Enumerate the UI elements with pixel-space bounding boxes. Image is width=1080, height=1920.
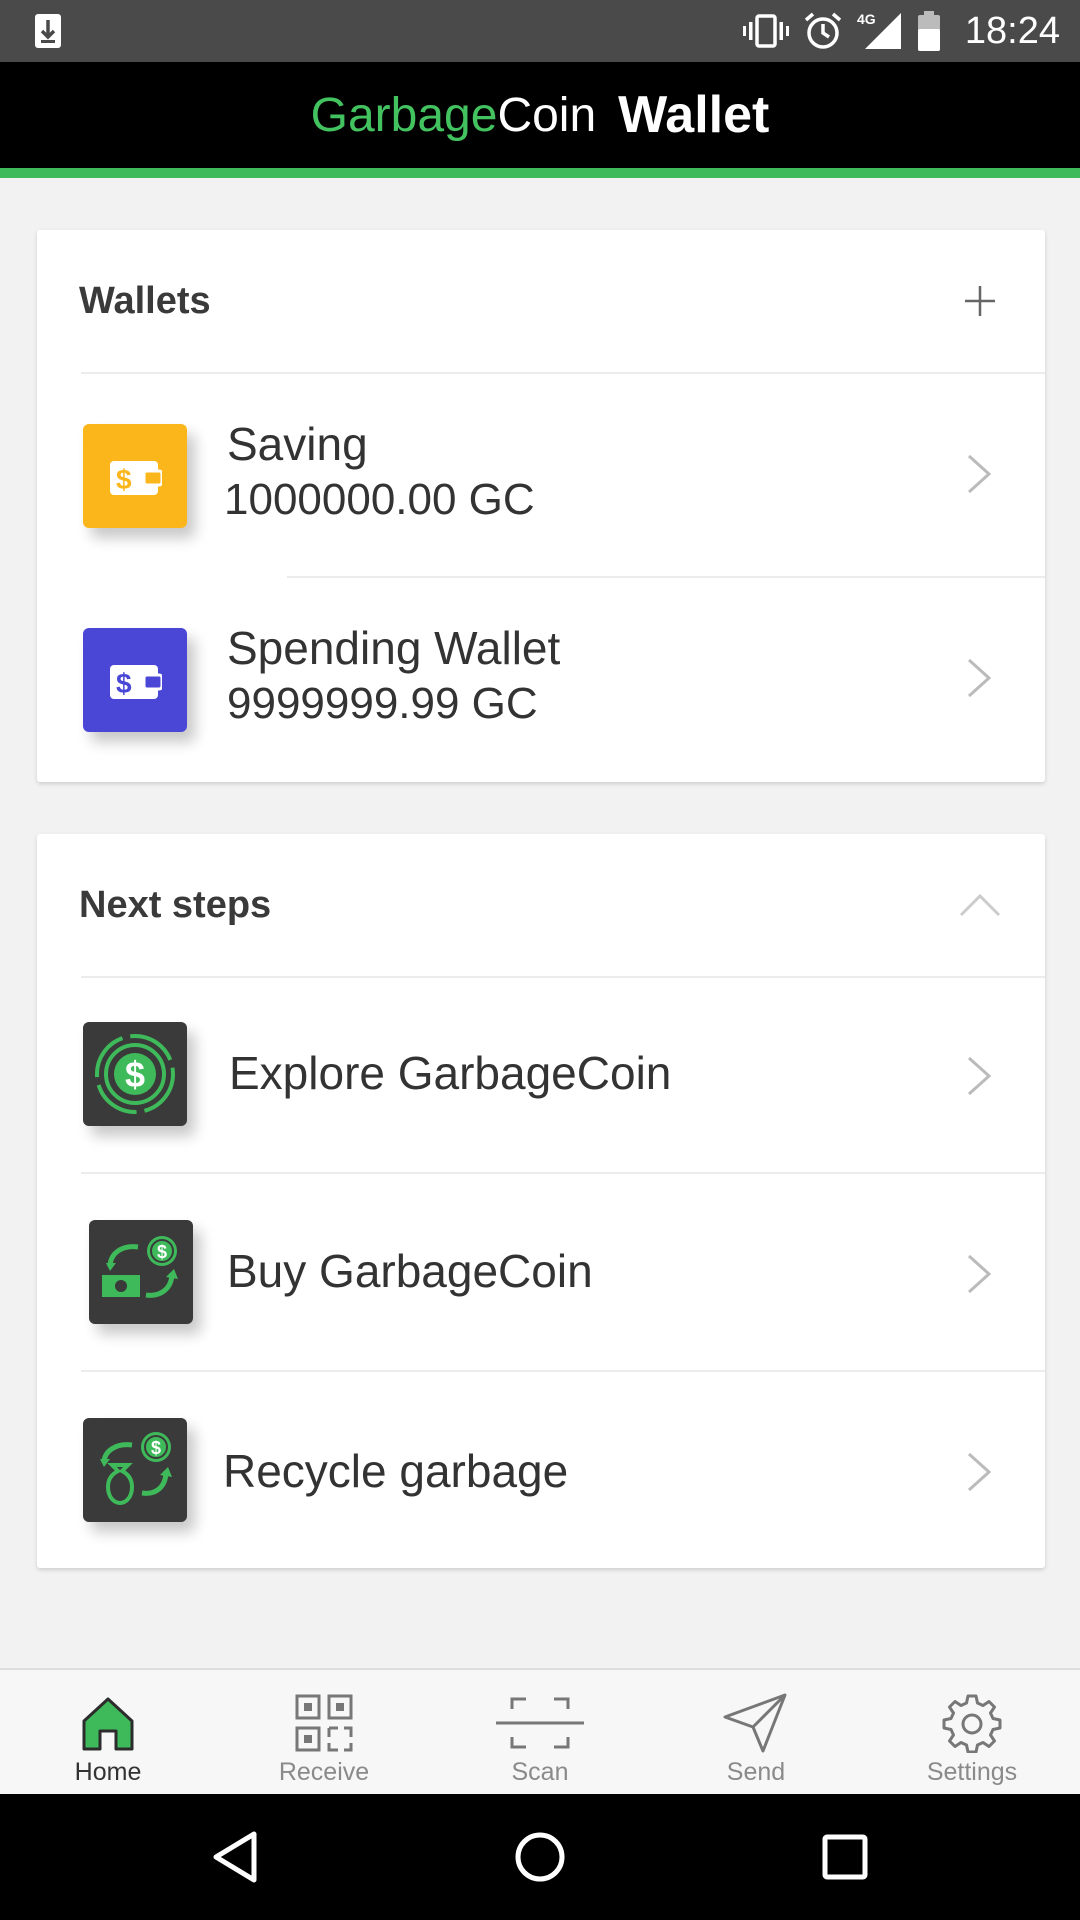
wallet-balance: 9999999.99 GC — [227, 679, 538, 728]
clock: 18:24 — [964, 9, 1060, 52]
next-steps-title: Next steps — [79, 883, 272, 926]
nav-label: Receive — [278, 1758, 370, 1786]
alarm-icon — [803, 11, 843, 51]
chevron-right-icon — [967, 1056, 992, 1096]
home-icon — [0, 1690, 216, 1756]
coin-explore-icon: $ — [83, 1022, 187, 1126]
wallet-row-spending[interactable]: $ Spending Wallet 9999999.99 GC — [37, 578, 1045, 782]
system-nav-bar — [0, 1794, 1080, 1920]
wallet-balance: 1000000.00 GC — [224, 475, 535, 524]
page-title: Wallet — [618, 86, 770, 144]
nav-label: Scan — [511, 1758, 569, 1786]
svg-text:$: $ — [116, 668, 132, 699]
wallet-name: Spending Wallet — [227, 622, 561, 674]
collapse-button[interactable] — [945, 870, 1015, 940]
wallets-header: Wallets — [37, 230, 1045, 372]
wallet-info: Saving 1000000.00 GC — [224, 416, 535, 528]
recents-button[interactable] — [810, 1822, 880, 1892]
bottom-nav: Home Receive Scan Send Settings — [0, 1668, 1080, 1796]
battery-icon — [917, 11, 941, 51]
wallets-card: Wallets $ Saving 1000000.00 GC $ Spendin… — [37, 230, 1045, 782]
wallet-row-saving[interactable]: $ Saving 1000000.00 GC — [37, 374, 1045, 576]
svg-text:4G: 4G — [857, 11, 876, 27]
chevron-up-icon — [959, 893, 1001, 917]
step-label: Buy GarbageCoin — [227, 1245, 593, 1297]
wallet-info: Spending Wallet 9999999.99 GC — [227, 620, 560, 732]
wallet-icon: $ — [83, 628, 187, 732]
status-bar: 4G 18:24 — [0, 0, 1080, 62]
nav-scan[interactable]: Scan — [432, 1670, 648, 1796]
back-triangle-icon — [213, 1831, 257, 1883]
wallets-title: Wallets — [79, 279, 211, 322]
nav-label: Settings — [926, 1758, 1018, 1786]
home-button[interactable] — [505, 1822, 575, 1892]
recents-square-icon — [822, 1834, 868, 1880]
svg-text:$: $ — [157, 1242, 167, 1262]
chevron-right-icon — [967, 1254, 992, 1294]
next-steps-card: Next steps $ Explore GarbageCoin $ Buy G… — [37, 834, 1045, 1568]
chevron-right-icon — [967, 1452, 992, 1492]
header-accent-bar — [0, 168, 1080, 178]
svg-text:$: $ — [151, 1438, 161, 1458]
svg-text:$: $ — [116, 464, 132, 495]
chevron-right-icon — [967, 658, 992, 698]
back-button[interactable] — [200, 1822, 270, 1892]
plus-icon — [965, 286, 995, 316]
step-label: Recycle garbage — [223, 1445, 569, 1497]
nav-label: Send — [726, 1758, 786, 1786]
next-steps-header: Next steps — [37, 834, 1045, 976]
signal-icon: 4G — [857, 11, 903, 51]
qr-code-icon — [216, 1690, 432, 1756]
nav-receive[interactable]: Receive — [216, 1670, 432, 1796]
nav-send[interactable]: Send — [648, 1670, 864, 1796]
nav-label: Home — [74, 1758, 142, 1786]
step-row-buy[interactable]: $ Buy GarbageCoin — [37, 1174, 1045, 1370]
nav-settings[interactable]: Settings — [864, 1670, 1080, 1796]
gear-icon — [864, 1690, 1080, 1756]
nav-home[interactable]: Home — [0, 1670, 216, 1796]
wallet-name: Saving — [227, 418, 368, 470]
home-circle-icon — [515, 1832, 565, 1882]
app-title: Garbage Coin Wallet — [0, 62, 1080, 168]
recycle-bag-icon: $ — [83, 1418, 187, 1522]
brand-garbage: Garbage — [310, 88, 498, 142]
scan-icon — [432, 1690, 648, 1756]
paper-plane-icon — [648, 1690, 864, 1756]
download-icon — [34, 13, 62, 49]
step-row-recycle[interactable]: $ Recycle garbage — [37, 1372, 1045, 1568]
svg-text:$: $ — [125, 1054, 145, 1095]
vibrate-icon — [742, 14, 789, 48]
buy-exchange-icon: $ — [89, 1220, 193, 1324]
chevron-right-icon — [967, 454, 992, 494]
add-wallet-button[interactable] — [945, 266, 1015, 336]
step-label: Explore GarbageCoin — [229, 1047, 672, 1099]
step-row-explore[interactable]: $ Explore GarbageCoin — [37, 978, 1045, 1172]
brand-coin: Coin — [497, 88, 597, 142]
wallet-icon: $ — [83, 424, 187, 528]
